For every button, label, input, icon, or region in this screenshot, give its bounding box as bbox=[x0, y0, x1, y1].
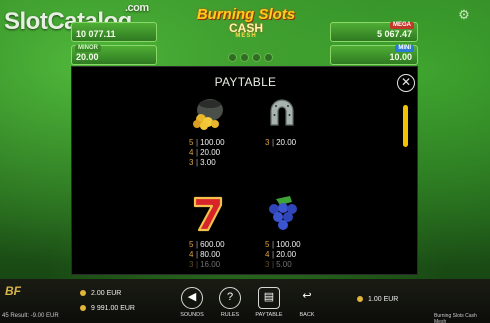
pay-row: 5 | 600.00 bbox=[189, 240, 225, 249]
pays-grapes: 5 | 100.00 4 | 20.00 3 | 5.00 bbox=[265, 240, 301, 270]
pay-row: 4 | 20.00 bbox=[189, 148, 221, 157]
pay-row: 4 | 80.00 bbox=[189, 250, 221, 259]
pip-icon bbox=[264, 53, 273, 62]
back-arrow-icon: ↩ bbox=[302, 290, 312, 302]
bet-icon bbox=[80, 290, 86, 297]
jackpot-panel-mega: MEGA 5 067.47 bbox=[330, 22, 418, 42]
watermark-domain: .com bbox=[125, 2, 149, 14]
rules-label: RULES bbox=[220, 312, 240, 318]
back-label: BACK bbox=[299, 312, 315, 318]
settings-icon[interactable]: ⚙ bbox=[457, 8, 471, 22]
pays-pot-of-gold: 5 | 100.00 4 | 20.00 3 | 3.00 bbox=[189, 138, 225, 168]
paytable-button[interactable]: ▤ bbox=[258, 287, 280, 309]
horseshoe-icon bbox=[270, 99, 294, 126]
jackpot-mini-value: 10.00 bbox=[389, 52, 412, 62]
back-button[interactable]: ↩ bbox=[296, 287, 318, 309]
scrollbar[interactable] bbox=[403, 105, 408, 147]
balance-value: 9 991.00 EUR bbox=[80, 305, 135, 312]
pip-icon bbox=[252, 53, 261, 62]
pay-row: 3 | 3.00 bbox=[189, 158, 216, 167]
book-icon: ▤ bbox=[263, 291, 275, 303]
coin-value: 1.00 EUR bbox=[357, 296, 398, 303]
provider-logo: BF bbox=[5, 284, 21, 298]
pay-row: 5 | 100.00 bbox=[265, 240, 301, 249]
grapes-icon bbox=[269, 196, 297, 230]
paytable-modal: PAYTABLE ✕ 5 | 100.00 4 | 20.00 3 | 3.00 3 | 20.… bbox=[71, 66, 418, 275]
jackpot-panel-minor: MINOR 20.00 bbox=[71, 45, 157, 65]
seven-icon bbox=[193, 196, 223, 232]
jackpot-mini-tag: MINI bbox=[395, 45, 414, 52]
jackpot-major-value: 10 077.11 bbox=[76, 29, 116, 39]
pip-icon bbox=[240, 53, 249, 62]
jackpot-panel-major: 10 077.11 bbox=[71, 22, 157, 42]
close-icon[interactable]: ✕ bbox=[397, 74, 415, 92]
result-text: 45 Result: -9.00 EUR bbox=[2, 313, 59, 319]
pay-row: 3 | 5.00 bbox=[265, 260, 292, 269]
wallet-icon bbox=[80, 305, 86, 312]
jackpot-mega-tag: MEGA bbox=[390, 22, 414, 29]
jackpot-minor-value: 20.00 bbox=[76, 52, 99, 62]
sounds-button[interactable]: ◀ bbox=[181, 287, 203, 309]
pip-icon bbox=[228, 53, 237, 62]
game-logo: Burning Slots CASH MESH bbox=[178, 6, 314, 52]
pay-row: 5 | 100.00 bbox=[189, 138, 225, 147]
game-name: Burning Slots Cash Mesh bbox=[434, 313, 477, 323]
question-icon: ? bbox=[226, 291, 234, 303]
paytable-label: PAYTABLE bbox=[255, 312, 283, 318]
pay-row: 3 | 20.00 bbox=[265, 138, 297, 147]
jackpot-panel-mini: MINI 10.00 bbox=[330, 45, 418, 65]
pay-row: 4 | 20.00 bbox=[265, 250, 297, 259]
pays-horseshoe: 3 | 20.00 bbox=[265, 138, 296, 148]
bet-value: 2.00 EUR bbox=[80, 290, 121, 297]
coins-icon bbox=[357, 296, 363, 303]
pay-row: 3 | 16.00 bbox=[189, 260, 221, 269]
rules-button[interactable]: ? bbox=[219, 287, 241, 309]
jackpot-mega-value: 5 067.47 bbox=[376, 29, 412, 39]
logo-line-3: MESH bbox=[235, 33, 257, 39]
progress-pips bbox=[228, 53, 273, 62]
pays-seven: 5 | 600.00 4 | 80.00 3 | 16.00 bbox=[189, 240, 225, 270]
paytable-title: PAYTABLE bbox=[214, 75, 277, 89]
jackpot-minor-tag: MINOR bbox=[75, 45, 101, 52]
sounds-label: SOUNDS bbox=[180, 312, 204, 318]
pot-of-gold-icon bbox=[193, 99, 223, 130]
speaker-icon: ◀ bbox=[187, 291, 197, 303]
